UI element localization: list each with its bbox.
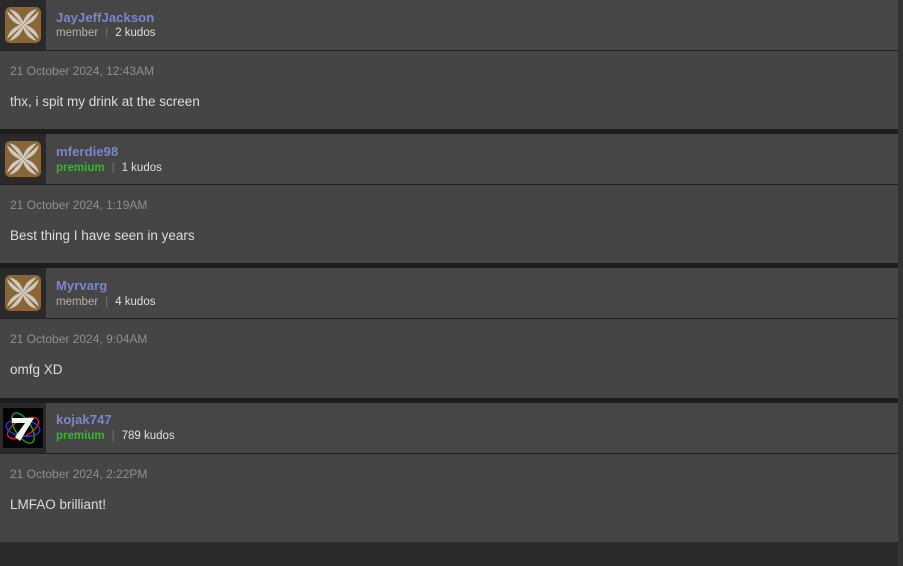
kudos-count: 1 kudos <box>121 161 162 174</box>
comment-header: Myrvarg member | 4 kudos <box>0 268 898 320</box>
comment-timestamp: 21 October 2024, 12:43AM <box>10 64 155 78</box>
comment-identity: Myrvarg member | 4 kudos <box>46 268 898 318</box>
comment-username-link[interactable]: JayJeffJackson <box>56 10 898 25</box>
default-pinwheel-avatar-image <box>5 141 41 178</box>
meta-separator: | <box>111 161 115 174</box>
comment-username-link[interactable]: Myrvarg <box>56 279 898 293</box>
comment-timestamp: 21 October 2024, 1:19AM <box>10 198 148 213</box>
membership-role-label: member <box>56 295 99 308</box>
kudos-count: 4 kudos <box>115 295 156 308</box>
default-pinwheel-avatar-image <box>5 7 41 43</box>
comment-post: Myrvarg member | 4 kudos 21 October 2024… <box>0 268 898 403</box>
comment-post: mferdie98 premium | 1 kudos 21 October 2… <box>0 134 898 269</box>
avatar[interactable] <box>0 134 46 185</box>
comment-meta: member | 4 kudos <box>56 296 898 308</box>
atom-orbit-seven-avatar-image <box>3 407 43 448</box>
comment-meta: premium | 789 kudos <box>56 430 898 442</box>
default-pinwheel-avatar-image <box>5 275 41 312</box>
comment-username-link[interactable]: mferdie98 <box>56 145 898 159</box>
comment-message: Best thing I have seen in years <box>10 228 195 244</box>
comment-header: kojak747 premium | 789 kudos <box>0 402 898 454</box>
comment-post: JayJeffJackson member | 2 kudos 21 Octob… <box>0 0 898 135</box>
comment-message: omfg XD <box>10 362 63 378</box>
membership-role-label: premium <box>56 429 105 442</box>
comment-post: kojak747 premium | 789 kudos 21 October … <box>0 402 898 542</box>
kudos-count: 2 kudos <box>115 27 156 40</box>
comment-message: LMFAO brilliant! <box>10 496 107 512</box>
comment-meta: member | 2 kudos <box>56 27 898 39</box>
comment-message: thx, i spit my drink at the screen <box>10 94 200 109</box>
comment-username-link[interactable]: kojak747 <box>56 413 898 427</box>
comment-meta: premium | 1 kudos <box>56 162 898 174</box>
page-right-gutter <box>898 0 903 566</box>
comment-identity: mferdie98 premium | 1 kudos <box>46 134 898 184</box>
comment-header: JayJeffJackson member | 2 kudos <box>0 0 898 51</box>
comment-identity: JayJeffJackson member | 2 kudos <box>46 0 898 50</box>
kudos-count: 789 kudos <box>121 429 175 442</box>
membership-role-label: member <box>56 27 99 40</box>
avatar[interactable] <box>0 402 46 453</box>
comments-page: JayJeffJackson member | 2 kudos 21 Octob… <box>0 0 903 566</box>
meta-separator: | <box>111 429 115 442</box>
comment-body: 21 October 2024, 9:04AM omfg XD <box>0 319 898 403</box>
meta-separator: | <box>105 295 109 308</box>
membership-role-label: premium <box>56 161 105 174</box>
comment-list: JayJeffJackson member | 2 kudos 21 Octob… <box>0 0 898 542</box>
avatar[interactable] <box>0 268 46 319</box>
comment-body: 21 October 2024, 12:43AM thx, i spit my … <box>0 51 898 135</box>
comment-timestamp: 21 October 2024, 9:04AM <box>10 332 148 347</box>
comment-identity: kojak747 premium | 789 kudos <box>46 403 898 453</box>
comment-timestamp: 21 October 2024, 2:22PM <box>10 466 148 481</box>
meta-separator: | <box>105 27 109 40</box>
comment-body: 21 October 2024, 1:19AM Best thing I hav… <box>0 185 898 269</box>
comment-header: mferdie98 premium | 1 kudos <box>0 134 898 186</box>
avatar[interactable] <box>0 0 46 50</box>
comment-body: 21 October 2024, 2:22PM LMFAO brilliant! <box>0 453 898 542</box>
